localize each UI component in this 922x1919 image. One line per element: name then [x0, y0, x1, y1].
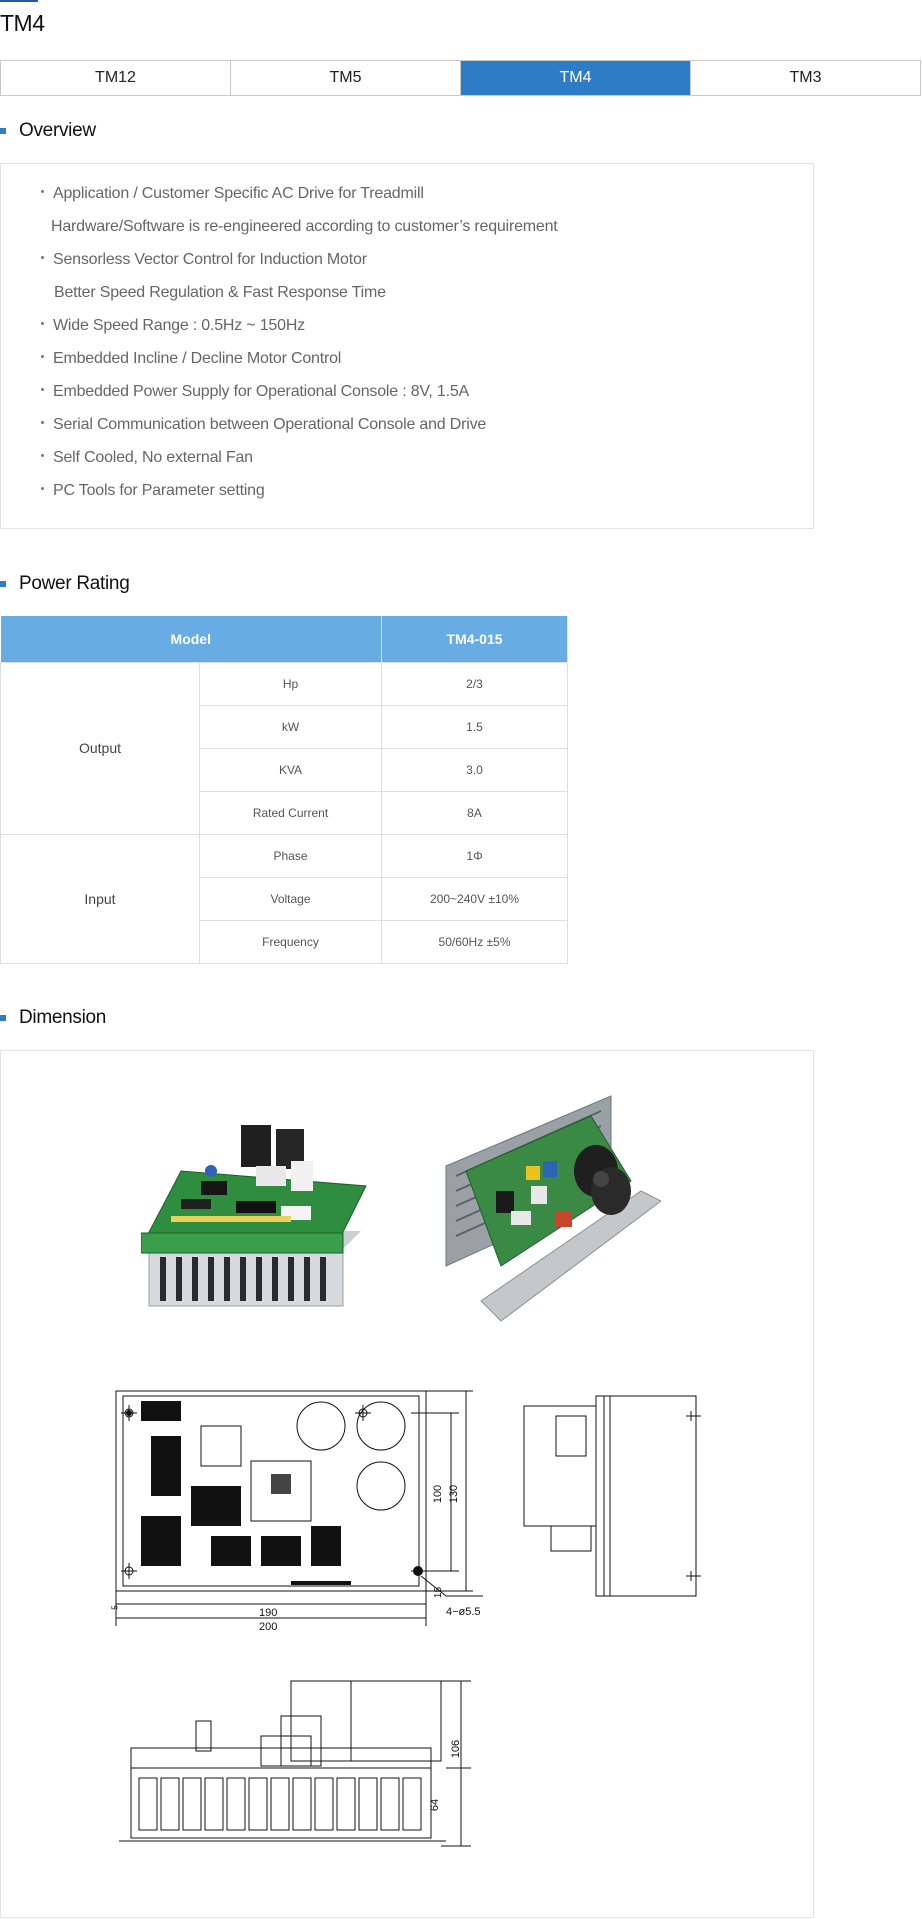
row-label: Rated Current — [198, 790, 383, 835]
row-value: 3.0 — [381, 747, 569, 792]
overview-heading: Overview — [0, 120, 96, 142]
dim-label-5: 5 — [110, 1605, 120, 1610]
power-rating-table: Model TM4-015 Output Hp 2/3 kW 1.5 KVA 3… — [0, 616, 569, 964]
top-view-drawing — [115, 1390, 483, 1626]
bullet-dot-icon — [41, 256, 44, 260]
row-label: Frequency — [198, 919, 383, 964]
dim-label-106: 106 — [450, 1739, 463, 1759]
page-title-accent — [0, 0, 38, 2]
tab-tm5[interactable]: TM5 — [231, 61, 461, 95]
overview-item: Better Speed Regulation & Fast Response … — [54, 284, 386, 301]
table-row: Input Phase 1Φ — [0, 833, 569, 964]
output-group-label: Output — [0, 661, 200, 835]
section-bullet-icon — [0, 128, 6, 134]
bullet-dot-icon — [41, 190, 44, 194]
product-photo-angled — [445, 1095, 661, 1322]
overview-item: Sensorless Vector Control for Induction … — [41, 251, 367, 269]
model-header: Model — [0, 616, 383, 662]
row-label: Phase — [198, 833, 383, 878]
dim-label-15: 15 — [433, 1586, 445, 1599]
tab-tm4[interactable]: TM4 — [461, 61, 691, 95]
overview-item: Embedded Power Supply for Operational Co… — [41, 383, 469, 401]
dim-label-190: 190 — [259, 1607, 278, 1619]
table-header-row: Model TM4-015 — [0, 616, 569, 662]
bullet-dot-icon — [41, 454, 44, 458]
tab-tm3[interactable]: TM3 — [691, 61, 920, 95]
row-value: 1.5 — [381, 704, 569, 749]
side-view-drawing — [523, 1395, 701, 1597]
overview-item: Embedded Incline / Decline Motor Control — [41, 350, 341, 368]
model-tabs: TM12 TM5 TM4 TM3 — [0, 60, 921, 96]
section-bullet-icon — [0, 1015, 6, 1021]
dimension-heading: Dimension — [0, 1007, 106, 1029]
dim-label-200: 200 — [259, 1621, 278, 1633]
overview-item: Self Cooled, No external Fan — [41, 449, 253, 467]
overview-box: Application / Customer Specific AC Drive… — [0, 163, 814, 529]
power-rating-heading: Power Rating — [0, 573, 130, 595]
overview-item: Application / Customer Specific AC Drive… — [41, 185, 424, 203]
row-label: Voltage — [198, 876, 383, 921]
table-row: Output Hp 2/3 — [0, 661, 569, 835]
overview-item: PC Tools for Parameter setting — [41, 482, 265, 500]
tab-tm12[interactable]: TM12 — [1, 61, 231, 95]
row-value: 200~240V ±10% — [381, 876, 569, 921]
model-value-header: TM4-015 — [381, 616, 569, 662]
overview-item: Wide Speed Range : 0.5Hz ~ 150Hz — [41, 317, 305, 335]
row-label: Hp — [198, 661, 383, 706]
row-value: 8A — [381, 790, 569, 835]
section-bullet-icon — [0, 581, 6, 587]
dimension-heading-text: Dimension — [19, 1007, 107, 1028]
bullet-dot-icon — [41, 388, 44, 392]
input-group-label: Input — [0, 833, 200, 964]
dim-label-64: 64 — [429, 1798, 442, 1812]
power-rating-heading-text: Power Rating — [19, 573, 130, 594]
overview-item: Serial Communication between Operational… — [41, 416, 486, 434]
row-value: 2/3 — [381, 661, 569, 706]
row-label: KVA — [198, 747, 383, 792]
bullet-dot-icon — [41, 355, 44, 359]
row-label: kW — [198, 704, 383, 749]
bullet-dot-icon — [41, 487, 44, 491]
row-value: 50/60Hz ±5% — [381, 919, 569, 964]
overview-heading-text: Overview — [19, 120, 96, 141]
dim-label-hole: 4−ø5.5 — [446, 1606, 481, 1618]
front-view-drawing — [119, 1680, 471, 1847]
bullet-dot-icon — [41, 322, 44, 326]
overview-item: Hardware/Software is re-engineered accor… — [51, 218, 558, 235]
row-value: 1Φ — [381, 833, 569, 878]
bullet-dot-icon — [41, 421, 44, 425]
product-photo-front — [141, 1125, 367, 1307]
dim-label-100: 100 — [432, 1484, 445, 1504]
page-title: TM4 — [0, 10, 45, 36]
dim-label-130: 130 — [448, 1484, 461, 1504]
dimension-box: 190 200 100 130 15 5 4−ø5.5 106 64 — [0, 1050, 814, 1918]
